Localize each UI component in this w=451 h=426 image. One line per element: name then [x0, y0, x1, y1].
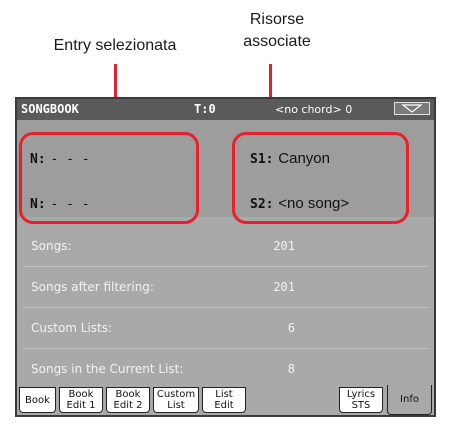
divider	[23, 348, 428, 349]
chord-readout: <no chord> 0	[275, 103, 353, 116]
info-row-custom-lists: Custom Lists: 6	[31, 318, 420, 338]
info-row-songs: Songs: 201	[31, 236, 420, 256]
tab-custom-list-line1: Custom	[156, 389, 196, 400]
info-value-songs: 201	[273, 239, 295, 253]
info-label-custom-lists: Custom Lists:	[31, 321, 113, 335]
info-label-songs: Songs:	[31, 239, 72, 253]
tab-list-edit-line2: Edit	[214, 400, 234, 411]
tab-info-label: Info	[400, 394, 419, 405]
callout-resources-label: Risorse associate	[232, 10, 322, 52]
title-bar: SONGBOOK T:0 <no chord> 0	[17, 99, 434, 120]
tab-list-edit[interactable]: List Edit	[202, 387, 246, 413]
info-label-filtered: Songs after filtering:	[31, 280, 154, 294]
info-row-current-list: Songs in the Current List: 8	[31, 359, 420, 379]
callout-resources-line1: Risorse	[249, 11, 305, 28]
info-value-current-list: 8	[287, 362, 295, 376]
page-menu-button[interactable]	[394, 102, 430, 115]
tab-info[interactable]: Info	[387, 385, 432, 415]
tab-custom-list-line2: List	[167, 400, 185, 411]
entry-highlight-box	[19, 132, 199, 224]
info-value-custom-lists: 6	[287, 321, 295, 335]
tab-lyrics-sts[interactable]: Lyrics STS	[339, 387, 383, 413]
callout-resources-line2: associate	[243, 33, 311, 50]
tab-book[interactable]: Book	[19, 387, 56, 413]
divider	[23, 307, 428, 308]
resources-highlight-box	[232, 132, 409, 224]
tab-book-edit-1-line1: Book	[68, 389, 94, 400]
info-row-songs-after-filtering: Songs after filtering: 201	[31, 277, 420, 297]
info-value-filtered: 201	[273, 280, 295, 294]
chord-readout-text: no chord> 0	[284, 103, 353, 116]
divider	[23, 266, 428, 267]
tab-book-label: Book	[25, 394, 50, 406]
info-label-current-list: Songs in the Current List:	[31, 362, 184, 376]
page-title: SONGBOOK	[21, 102, 79, 116]
tab-book-edit-2-line2: Edit 2	[113, 400, 143, 411]
tab-lyrics-sts-line2: STS	[351, 400, 371, 411]
songbook-screen: SONGBOOK T:0 <no chord> 0 N: - - - N: - …	[15, 97, 436, 417]
triangle-down-icon	[401, 104, 423, 113]
tab-list-edit-line1: List	[215, 389, 233, 400]
callout-entry-label: Entry selezionata	[53, 37, 177, 54]
tab-bar: Book Book Edit 1 Book Edit 2 Custom List Li…	[17, 385, 434, 415]
tab-book-edit-1-line2: Edit 1	[66, 400, 96, 411]
tab-lyrics-sts-line1: Lyrics	[346, 389, 376, 400]
tab-custom-list[interactable]: Custom List	[153, 387, 199, 413]
tab-book-edit-2[interactable]: Book Edit 2	[106, 387, 150, 413]
tab-book-edit-1[interactable]: Book Edit 1	[59, 387, 103, 413]
tab-book-edit-2-line1: Book	[115, 389, 141, 400]
tempo-readout: T:0	[194, 102, 216, 116]
